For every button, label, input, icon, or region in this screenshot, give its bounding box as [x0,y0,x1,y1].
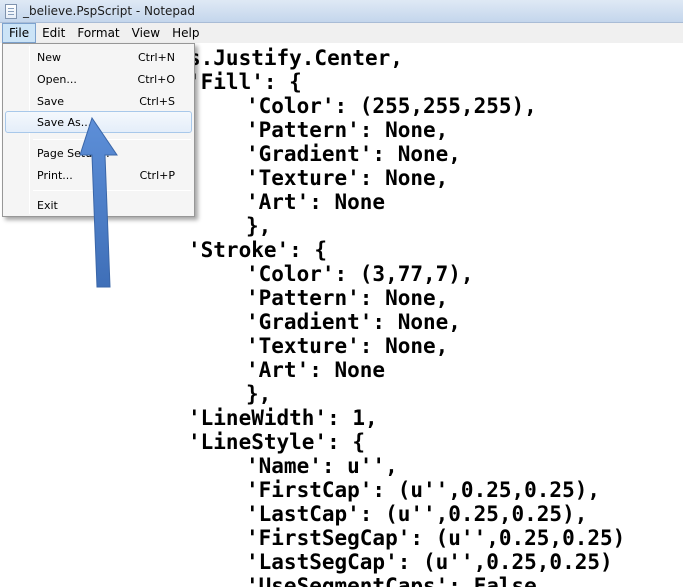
code-line: 'LineWidth': 1, [188,406,378,430]
code-line: s.Justify.Center, [188,46,403,70]
menu-item-save-as[interactable]: Save As... [5,111,192,133]
code-line: 'FirstSegCap': (u'',0.25,0.25) [246,526,626,550]
menu-item-save[interactable]: Save Ctrl+S [5,90,192,112]
menu-view[interactable]: View [126,23,166,43]
menu-item-print[interactable]: Print... Ctrl+P [5,164,192,186]
code-line: 'LastSegCap': (u'',0.25,0.25) [246,550,613,574]
code-line: 'LineStyle': { [188,430,366,454]
menu-item-label: Save As... [37,115,92,129]
code-line: 'Pattern': None, [246,286,449,310]
menu-item-label: Open... [37,72,77,86]
code-line: 'Stroke': { [188,238,328,262]
menu-item-new[interactable]: New Ctrl+N [5,46,192,68]
menu-item-label: Page Setup... [37,146,110,160]
code-line: 'Art': None [246,190,386,214]
code-line: }, [246,214,272,238]
code-line: 'FirstCap': (u'',0.25,0.25), [246,478,601,502]
file-menu-dropdown: New Ctrl+N Open... Ctrl+O Save Ctrl+S Sa… [2,43,195,217]
code-line: 'Art': None [246,358,386,382]
menu-item-page-setup[interactable]: Page Setup... [5,142,192,164]
code-line: 'LastCap': (u'',0.25,0.25), [246,502,588,526]
code-line: 'Pattern': None, [246,118,449,142]
code-line: 'Texture': None, [246,334,449,358]
menu-item-shortcut: Ctrl+S [139,94,175,108]
menu-edit[interactable]: Edit [36,23,71,43]
menu-item-shortcut: Ctrl+O [137,72,175,86]
menu-item-shortcut: Ctrl+P [139,168,175,182]
code-line: 'Color': (255,255,255), [246,94,537,118]
menu-item-exit[interactable]: Exit [5,194,192,216]
menu-separator [33,190,191,191]
code-line: }, [246,382,272,406]
menu-file[interactable]: File [2,23,37,43]
menu-separator [33,139,191,140]
menu-item-label: Print... [37,168,73,182]
menu-item-label: New [37,50,61,64]
title-bar: _believe.PspScript - Notepad [0,0,683,23]
code-line: 'Texture': None, [246,166,449,190]
code-line: 'Color': (3,77,7), [246,262,474,286]
code-line: 'UseSegmentCaps': False [246,574,537,587]
menu-item-label: Save [37,94,65,108]
notepad-icon [5,3,17,19]
code-line: 'Gradient': None, [246,142,461,166]
code-line: 'Name': u'', [246,454,398,478]
menu-item-shortcut: Ctrl+N [137,50,175,64]
menu-bar: File Edit Format View Help [0,23,683,43]
menu-item-label: Exit [37,198,58,212]
menu-help[interactable]: Help [166,23,205,43]
menu-format[interactable]: Format [71,23,125,43]
code-line: 'Fill': { [188,70,302,94]
code-line: 'Gradient': None, [246,310,461,334]
menu-item-open[interactable]: Open... Ctrl+O [5,68,192,90]
window-title: _believe.PspScript - Notepad [23,4,196,18]
